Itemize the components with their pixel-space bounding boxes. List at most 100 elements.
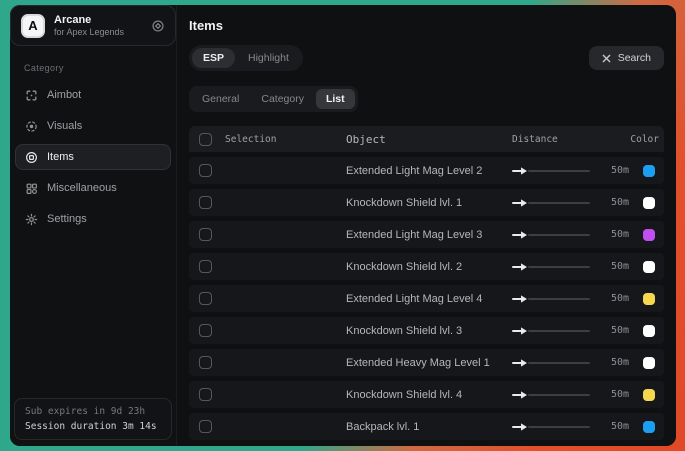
object-name: Extended Light Mag Level 2 <box>346 165 512 177</box>
distance-slider[interactable] <box>512 230 590 240</box>
table-row: Knockdown Shield lvl. 1 50m <box>189 189 664 216</box>
session-duration-text: Session duration 3m 14s <box>25 421 161 432</box>
sidebar-item-aimbot[interactable]: Aimbot <box>15 82 171 108</box>
slider-thumb-arrow-icon <box>512 294 528 304</box>
distance-value: 50m <box>611 197 629 208</box>
table-row: Extended Light Mag Level 3 50m <box>189 221 664 248</box>
page-title: Items <box>189 18 664 33</box>
distance-value: 50m <box>611 421 629 432</box>
slider-thumb-arrow-icon <box>512 358 528 368</box>
app-window: A Arcane for Apex Legends Category Aimbo… <box>10 5 676 446</box>
tab-esp[interactable]: ESP <box>192 48 235 68</box>
search-x-icon <box>602 54 611 63</box>
sidebar-item-items[interactable]: Items <box>15 144 171 170</box>
row-checkbox[interactable] <box>199 420 212 433</box>
table-row: Backpack lvl. 1 50m <box>189 413 664 440</box>
view-tab-general[interactable]: General <box>192 89 249 109</box>
row-checkbox[interactable] <box>199 356 212 369</box>
column-header-selection: Selection <box>225 134 346 145</box>
grid-icon <box>25 182 38 195</box>
row-checkbox[interactable] <box>199 164 212 177</box>
slider-thumb-arrow-icon <box>512 390 528 400</box>
distance-value: 50m <box>611 261 629 272</box>
slider-track <box>528 330 590 332</box>
select-all-checkbox[interactable] <box>199 133 212 146</box>
color-swatch[interactable] <box>643 357 655 369</box>
distance-value: 50m <box>611 325 629 336</box>
distance-value: 50m <box>611 357 629 368</box>
table-row: Knockdown Shield lvl. 4 50m <box>189 381 664 408</box>
sidebar-item-label: Visuals <box>47 120 82 132</box>
sidebar-header: A Arcane for Apex Legends <box>10 5 176 46</box>
subscription-card: Sub expires in 9d 23h Session duration 3… <box>14 398 172 440</box>
distance-slider[interactable] <box>512 390 590 400</box>
slider-track <box>528 202 590 204</box>
color-swatch[interactable] <box>643 325 655 337</box>
distance-value: 50m <box>611 165 629 176</box>
view-tab-list[interactable]: List <box>316 89 355 109</box>
slider-thumb-arrow-icon <box>512 230 528 240</box>
color-swatch[interactable] <box>643 197 655 209</box>
color-swatch[interactable] <box>643 293 655 305</box>
table-row: Extended Light Mag Level 4 50m <box>189 285 664 312</box>
table-row: Extended Heavy Mag Level 1 50m <box>189 349 664 376</box>
distance-slider[interactable] <box>512 198 590 208</box>
slider-thumb-arrow-icon <box>512 422 528 432</box>
view-tabs: GeneralCategoryList <box>189 86 358 112</box>
table-header-row: Selection Object Distance Color <box>189 126 664 152</box>
app-logo: A <box>21 14 45 38</box>
sidebar-item-miscellaneous[interactable]: Miscellaneous <box>15 175 171 201</box>
object-name: Extended Light Mag Level 3 <box>346 229 512 241</box>
row-checkbox[interactable] <box>199 324 212 337</box>
column-header-distance: Distance <box>512 134 629 145</box>
row-checkbox[interactable] <box>199 196 212 209</box>
color-swatch[interactable] <box>643 421 655 433</box>
sidebar: A Arcane for Apex Legends Category Aimbo… <box>10 5 177 446</box>
table-row: Knockdown Shield lvl. 3 50m <box>189 317 664 344</box>
object-name: Extended Light Mag Level 4 <box>346 293 512 305</box>
object-name: Knockdown Shield lvl. 4 <box>346 389 512 401</box>
color-swatch[interactable] <box>643 389 655 401</box>
color-swatch[interactable] <box>643 165 655 177</box>
search-button-label: Search <box>618 52 651 64</box>
tab-highlight[interactable]: Highlight <box>237 48 300 68</box>
box-icon <box>25 151 38 164</box>
object-name: Knockdown Shield lvl. 3 <box>346 325 512 337</box>
gear-icon <box>25 213 38 226</box>
object-name: Knockdown Shield lvl. 2 <box>346 261 512 273</box>
distance-slider[interactable] <box>512 358 590 368</box>
pin-icon[interactable] <box>151 19 165 33</box>
row-checkbox[interactable] <box>199 292 212 305</box>
object-name: Backpack lvl. 1 <box>346 421 512 433</box>
sidebar-item-visuals[interactable]: Visuals <box>15 113 171 139</box>
search-button[interactable]: Search <box>589 46 664 70</box>
main-panel: Items ESPHighlight Search GeneralCategor… <box>177 5 676 446</box>
sidebar-nav: Aimbot Visuals Items Miscellaneous Setti… <box>10 82 176 232</box>
view-tab-category[interactable]: Category <box>251 89 314 109</box>
mode-tabs: ESPHighlight <box>189 45 303 71</box>
slider-track <box>528 234 590 236</box>
row-checkbox[interactable] <box>199 388 212 401</box>
sidebar-item-label: Items <box>47 151 74 163</box>
color-swatch[interactable] <box>643 261 655 273</box>
eye-icon <box>25 120 38 133</box>
sidebar-item-label: Aimbot <box>47 89 81 101</box>
row-checkbox[interactable] <box>199 260 212 273</box>
items-table: Selection Object Distance Color Extended… <box>189 126 664 440</box>
distance-slider[interactable] <box>512 294 590 304</box>
distance-slider[interactable] <box>512 166 590 176</box>
table-body: Extended Light Mag Level 2 50m Knockdown… <box>189 157 664 440</box>
sub-expiry-text: Sub expires in 9d 23h <box>25 406 161 417</box>
color-swatch[interactable] <box>643 229 655 241</box>
app-name: Arcane <box>54 14 142 27</box>
distance-slider[interactable] <box>512 422 590 432</box>
distance-slider[interactable] <box>512 326 590 336</box>
toolbar: ESPHighlight Search <box>189 45 664 71</box>
sidebar-item-label: Settings <box>47 213 87 225</box>
table-row: Knockdown Shield lvl. 2 50m <box>189 253 664 280</box>
row-checkbox[interactable] <box>199 228 212 241</box>
distance-slider[interactable] <box>512 262 590 272</box>
slider-track <box>528 362 590 364</box>
sidebar-item-settings[interactable]: Settings <box>15 206 171 232</box>
object-name: Knockdown Shield lvl. 1 <box>346 197 512 209</box>
